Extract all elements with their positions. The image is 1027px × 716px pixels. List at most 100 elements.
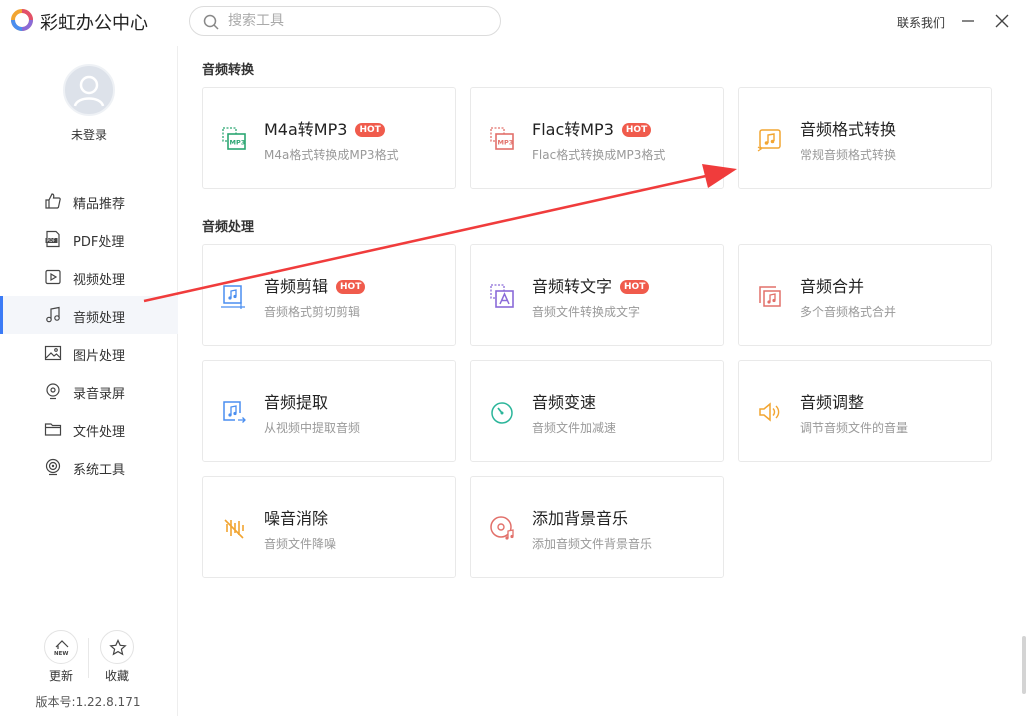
card-audio-adjust[interactable]: 音频调整 调节音频文件的音量: [738, 360, 992, 462]
card-description: Flac格式转换成MP3格式: [532, 148, 666, 162]
avatar[interactable]: [63, 64, 115, 116]
sidebar-item-label: 精品推荐: [73, 197, 126, 212]
footer-divider: [88, 638, 89, 678]
sidebar-item-label: 录音录屏: [73, 387, 126, 402]
hot-badge: HOT: [620, 280, 650, 294]
card-title: 噪音消除: [264, 509, 329, 528]
card-title: M4a转MP3 HOT: [264, 116, 385, 140]
card-title: 音频合并: [800, 277, 865, 296]
flac-to-mp3-icon: MP3: [490, 127, 514, 150]
card-title: Flac转MP3 HOT: [532, 116, 652, 140]
favorite-label: 收藏: [104, 669, 129, 683]
login-status[interactable]: 未登录: [0, 126, 178, 143]
card-description: 音频文件转换成文字: [532, 305, 641, 319]
video-icon: [45, 269, 61, 285]
card-audio-to-text[interactable]: 音频转文字 HOT 音频文件转换成文字: [470, 244, 724, 346]
card-description: 音频文件加减速: [532, 421, 617, 435]
card-description: 多个音频格式合并: [800, 305, 897, 319]
icon-mp3-text: MP3: [498, 139, 514, 147]
sidebar-item-label: 系统工具: [73, 463, 126, 478]
minimize-icon[interactable]: [959, 12, 977, 30]
card-description: 调节音频文件的音量: [800, 421, 909, 435]
card-title: 添加背景音乐: [532, 509, 629, 528]
system-tool-icon: [45, 458, 61, 476]
card-description: M4a格式转换成MP3格式: [264, 148, 399, 162]
sidebar-item-audio[interactable]: 音频处理: [0, 296, 178, 334]
user-icon: [73, 75, 105, 107]
audio-merge-icon: [759, 286, 781, 307]
search-icon: [203, 14, 219, 30]
card-background-music[interactable]: 添加背景音乐 添加音频文件背景音乐: [470, 476, 724, 578]
version-text: 版本号:1.22.8.171: [35, 695, 141, 709]
scrollbar[interactable]: [1022, 636, 1026, 694]
card-title: 音频调整: [800, 393, 865, 412]
card-description: 添加音频文件背景音乐: [532, 537, 653, 551]
card-audio-format-convert[interactable]: 音频格式转换 常规音频格式转换: [738, 87, 992, 189]
sidebar-item-recommended[interactable]: 精品推荐: [0, 182, 178, 220]
sidebar-item-record[interactable]: 录音录屏: [0, 372, 178, 410]
card-audio-extract[interactable]: 音频提取 从视频中提取音频: [202, 360, 456, 462]
volume-icon: [759, 402, 780, 422]
search-input[interactable]: [228, 11, 488, 31]
star-icon: [109, 639, 127, 656]
music-note-icon: [46, 306, 60, 323]
audio-speed-icon: [491, 402, 513, 424]
card-title-text: 音频转文字: [532, 277, 613, 296]
sidebar-item-label: 音频处理: [73, 311, 126, 326]
hot-badge: HOT: [621, 123, 652, 137]
section-title-audio-process: 音频处理: [202, 220, 255, 235]
card-title: 音频提取: [264, 393, 329, 412]
record-icon: [46, 383, 60, 400]
update-label: 更新: [48, 669, 73, 683]
svg-text:PDF: PDF: [47, 238, 56, 244]
card-audio-speed[interactable]: 音频变速 音频文件加减速: [470, 360, 724, 462]
sidebar-item-image[interactable]: 图片处理: [0, 334, 178, 372]
pdf-icon: PDF: [45, 230, 60, 248]
sidebar-nav: 精品推荐 PDF PDF处理 视频处理 音频处理 图片处理 录音录屏 文件处理 …: [0, 182, 178, 486]
contact-us-link[interactable]: 联系我们: [897, 14, 945, 31]
folder-icon: [44, 423, 62, 436]
section-title-audio-convert: 音频转换: [202, 63, 255, 78]
audio-convert-icon: [757, 129, 781, 152]
card-title: 音频转文字 HOT: [532, 273, 650, 297]
card-description: 常规音频格式转换: [800, 148, 897, 162]
noise-reduction-icon: [224, 519, 244, 539]
m4a-to-mp3-icon: MP3: [222, 127, 246, 150]
app-title: 彩虹办公中心: [40, 13, 148, 34]
update-badge: NEW: [54, 651, 68, 657]
sidebar-item-system[interactable]: 系统工具: [0, 448, 178, 486]
sidebar-item-pdf[interactable]: PDF PDF处理: [0, 220, 178, 258]
card-noise-reduction[interactable]: 噪音消除 音频文件降噪: [202, 476, 456, 578]
audio-extract-icon: [223, 401, 246, 423]
card-title-text: 音频剪辑: [264, 277, 329, 296]
hot-badge: HOT: [355, 123, 385, 137]
card-m4a-to-mp3[interactable]: MP3 M4a转MP3 HOT M4a格式转换成MP3格式: [202, 87, 456, 189]
favorite-button[interactable]: [100, 630, 134, 664]
card-description: 音频格式剪切剪辑: [264, 305, 361, 319]
title-bar: 彩虹办公中心 联系我们: [0, 0, 1027, 44]
sidebar-item-label: 视频处理: [73, 273, 126, 288]
background-music-icon: [490, 516, 514, 540]
card-description: 从视频中提取音频: [264, 421, 361, 435]
card-audio-merge[interactable]: 音频合并 多个音频格式合并: [738, 244, 992, 346]
card-title: 音频格式转换: [800, 120, 897, 139]
card-audio-cut[interactable]: 音频剪辑 HOT 音频格式剪切剪辑: [202, 244, 456, 346]
update-new-icon: NEW: [54, 640, 68, 657]
thumbs-up-icon: [45, 193, 61, 209]
sidebar-item-files[interactable]: 文件处理: [0, 410, 178, 448]
hot-badge: HOT: [336, 280, 366, 294]
card-flac-to-mp3[interactable]: MP3 Flac转MP3 HOT Flac格式转换成MP3格式: [470, 87, 724, 189]
update-button[interactable]: NEW: [44, 630, 78, 664]
card-title-text: Flac转MP3: [532, 120, 614, 139]
card-title: 音频剪辑 HOT: [264, 273, 366, 297]
sidebar-item-label: PDF处理: [73, 235, 125, 250]
card-description: 音频文件降噪: [264, 537, 337, 551]
close-icon[interactable]: [993, 12, 1011, 30]
audio-to-text-icon: [490, 284, 514, 308]
sidebar: 未登录 精品推荐 PDF PDF处理 视频处理 音频处理 图片处理 录音录屏 文…: [0, 46, 178, 716]
sidebar-item-video[interactable]: 视频处理: [0, 258, 178, 296]
rainbow-logo-icon: [11, 9, 33, 31]
card-title-text: M4a转MP3: [264, 120, 348, 139]
search-box[interactable]: [189, 6, 501, 36]
audio-cut-icon: [221, 285, 245, 309]
